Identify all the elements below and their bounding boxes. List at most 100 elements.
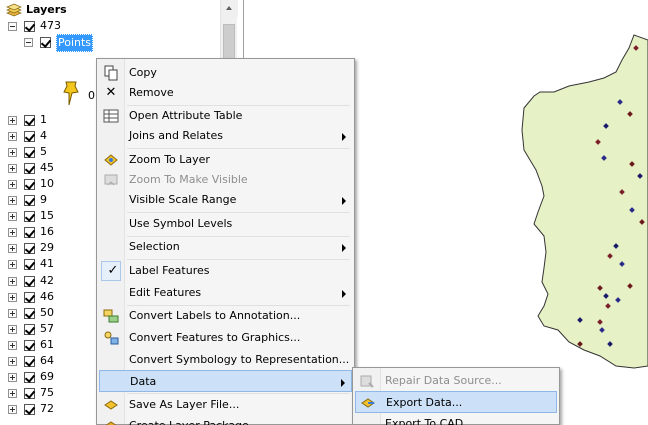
layer-label: 50 [40,306,54,319]
layer-visibility-checkbox[interactable] [40,37,51,48]
menu-item-data[interactable]: Data [99,370,352,392]
layer-package-icon [103,418,119,425]
expand-icon[interactable] [8,116,17,125]
expand-icon[interactable] [8,341,17,350]
layer-file-icon [103,397,119,413]
toc-selected-layer-row[interactable]: Points [24,34,224,52]
layer-visibility-checkbox[interactable] [24,115,35,126]
layer-label: 41 [40,257,54,270]
expand-icon[interactable] [8,389,17,398]
layer-visibility-checkbox[interactable] [24,259,35,270]
expand-icon[interactable] [8,148,17,157]
checkmark-icon: ✓ [107,263,119,278]
remove-x-icon: ✕ [105,85,117,100]
layer-label: 64 [40,354,54,367]
layer-visibility-checkbox[interactable] [24,276,35,287]
collapse-icon[interactable] [8,22,17,31]
expand-icon[interactable] [8,260,17,269]
layer-visibility-checkbox[interactable] [24,243,35,254]
expand-icon[interactable] [8,357,17,366]
layer-label: 5 [40,145,47,158]
menu-item-zoom-to-layer[interactable]: Zoom To Layer [99,149,352,171]
menu-item-visible-scale-range[interactable]: Visible Scale Range [99,189,352,211]
layer-visibility-checkbox[interactable] [24,147,35,158]
layer-visibility-checkbox[interactable] [24,308,35,319]
layer-visibility-checkbox[interactable] [24,163,35,174]
layer-visibility-checkbox[interactable] [24,372,35,383]
layer-context-menu: Copy ✕ Remove Open Attribute Table Joins… [96,58,355,425]
layer-visibility-checkbox[interactable] [24,227,35,238]
layer-label: 45 [40,161,54,174]
layer-label: 42 [40,274,54,287]
layer-label: 57 [40,322,54,335]
layer-visibility-checkbox[interactable] [24,388,35,399]
scroll-up-arrow-icon[interactable] [221,0,238,17]
selected-layer-label[interactable]: Points [56,34,94,52]
menu-item-use-symbol-levels[interactable]: Use Symbol Levels [99,213,352,235]
expand-icon[interactable] [8,325,17,334]
menu-item-convert-features-to-graphics[interactable]: Convert Features to Graphics... [99,327,352,349]
pushpin-icon [60,80,84,108]
menu-item-convert-labels-to-annotation[interactable]: Convert Labels to Annotation... [99,305,352,327]
submenu-arrow-icon [342,244,346,252]
menu-item-zoom-to-make-visible: Zoom To Make Visible [99,169,352,191]
menu-item-selection[interactable]: Selection [99,236,352,258]
toc-group-row[interactable]: 473 [8,18,208,34]
submenu-arrow-icon [341,379,345,387]
layer-visibility-checkbox[interactable] [24,340,35,351]
menu-item-open-attribute-table[interactable]: Open Attribute Table [99,105,352,127]
menu-item-create-layer-package[interactable]: Create Layer Package... [99,415,352,425]
menu-item-save-as-layer-file[interactable]: Save As Layer File... [99,394,352,416]
data-submenu: Repair Data Source... Export Data... Exp… [352,367,560,425]
menu-item-convert-symbology-to-representation[interactable]: Convert Symbology to Representation... [99,349,352,371]
repair-data-source-icon [359,373,375,389]
layer-label: 16 [40,225,54,238]
layer-label: 10 [40,177,54,190]
layer-visibility-checkbox[interactable] [24,292,35,303]
expand-icon[interactable] [8,277,17,286]
menu-item-export-data[interactable]: Export Data... [355,391,557,413]
symbol-label: 0 [88,89,95,102]
submenu-arrow-icon [342,197,346,205]
layer-visibility-checkbox[interactable] [24,324,35,335]
expand-icon[interactable] [8,164,17,173]
collapse-icon[interactable] [24,38,33,47]
expand-icon[interactable] [8,180,17,189]
zoom-to-layer-icon [103,152,119,168]
layer-visibility-checkbox[interactable] [24,179,35,190]
layers-root-label: Layers [26,3,67,16]
expand-icon[interactable] [8,373,17,382]
layer-visibility-checkbox[interactable] [24,131,35,142]
export-data-icon [360,395,376,411]
group-visibility-checkbox[interactable] [24,21,35,32]
layer-label: 69 [40,370,54,383]
expand-icon[interactable] [8,293,17,302]
expand-icon[interactable] [8,212,17,221]
expand-icon[interactable] [8,309,17,318]
menu-item-remove[interactable]: ✕ Remove [99,82,352,104]
menu-item-label-features[interactable]: ✓ Label Features [99,260,352,282]
layer-label: 9 [40,193,47,206]
layer-visibility-checkbox[interactable] [24,195,35,206]
expand-icon[interactable] [8,405,17,414]
expand-icon[interactable] [8,196,17,205]
submenu-arrow-icon [342,133,346,141]
layer-label: 1 [40,113,47,126]
menu-item-copy[interactable]: Copy [99,62,352,84]
menu-item-export-to-cad[interactable]: Export To CAD... [355,413,557,425]
layer-visibility-checkbox[interactable] [24,356,35,367]
layer-label: 61 [40,338,54,351]
expand-icon[interactable] [8,228,17,237]
zoom-to-make-visible-icon [103,172,119,188]
expand-icon[interactable] [8,244,17,253]
layer-label: 4 [40,129,47,142]
layer-visibility-checkbox[interactable] [24,211,35,222]
menu-item-repair-data-source: Repair Data Source... [355,370,557,392]
menu-item-edit-features[interactable]: Edit Features [99,282,352,304]
expand-icon[interactable] [8,132,17,141]
menu-item-joins-and-relates[interactable]: Joins and Relates [99,125,352,147]
layer-label: 29 [40,241,54,254]
layer-label: 15 [40,209,54,222]
layer-visibility-checkbox[interactable] [24,404,35,415]
submenu-arrow-icon [342,290,346,298]
